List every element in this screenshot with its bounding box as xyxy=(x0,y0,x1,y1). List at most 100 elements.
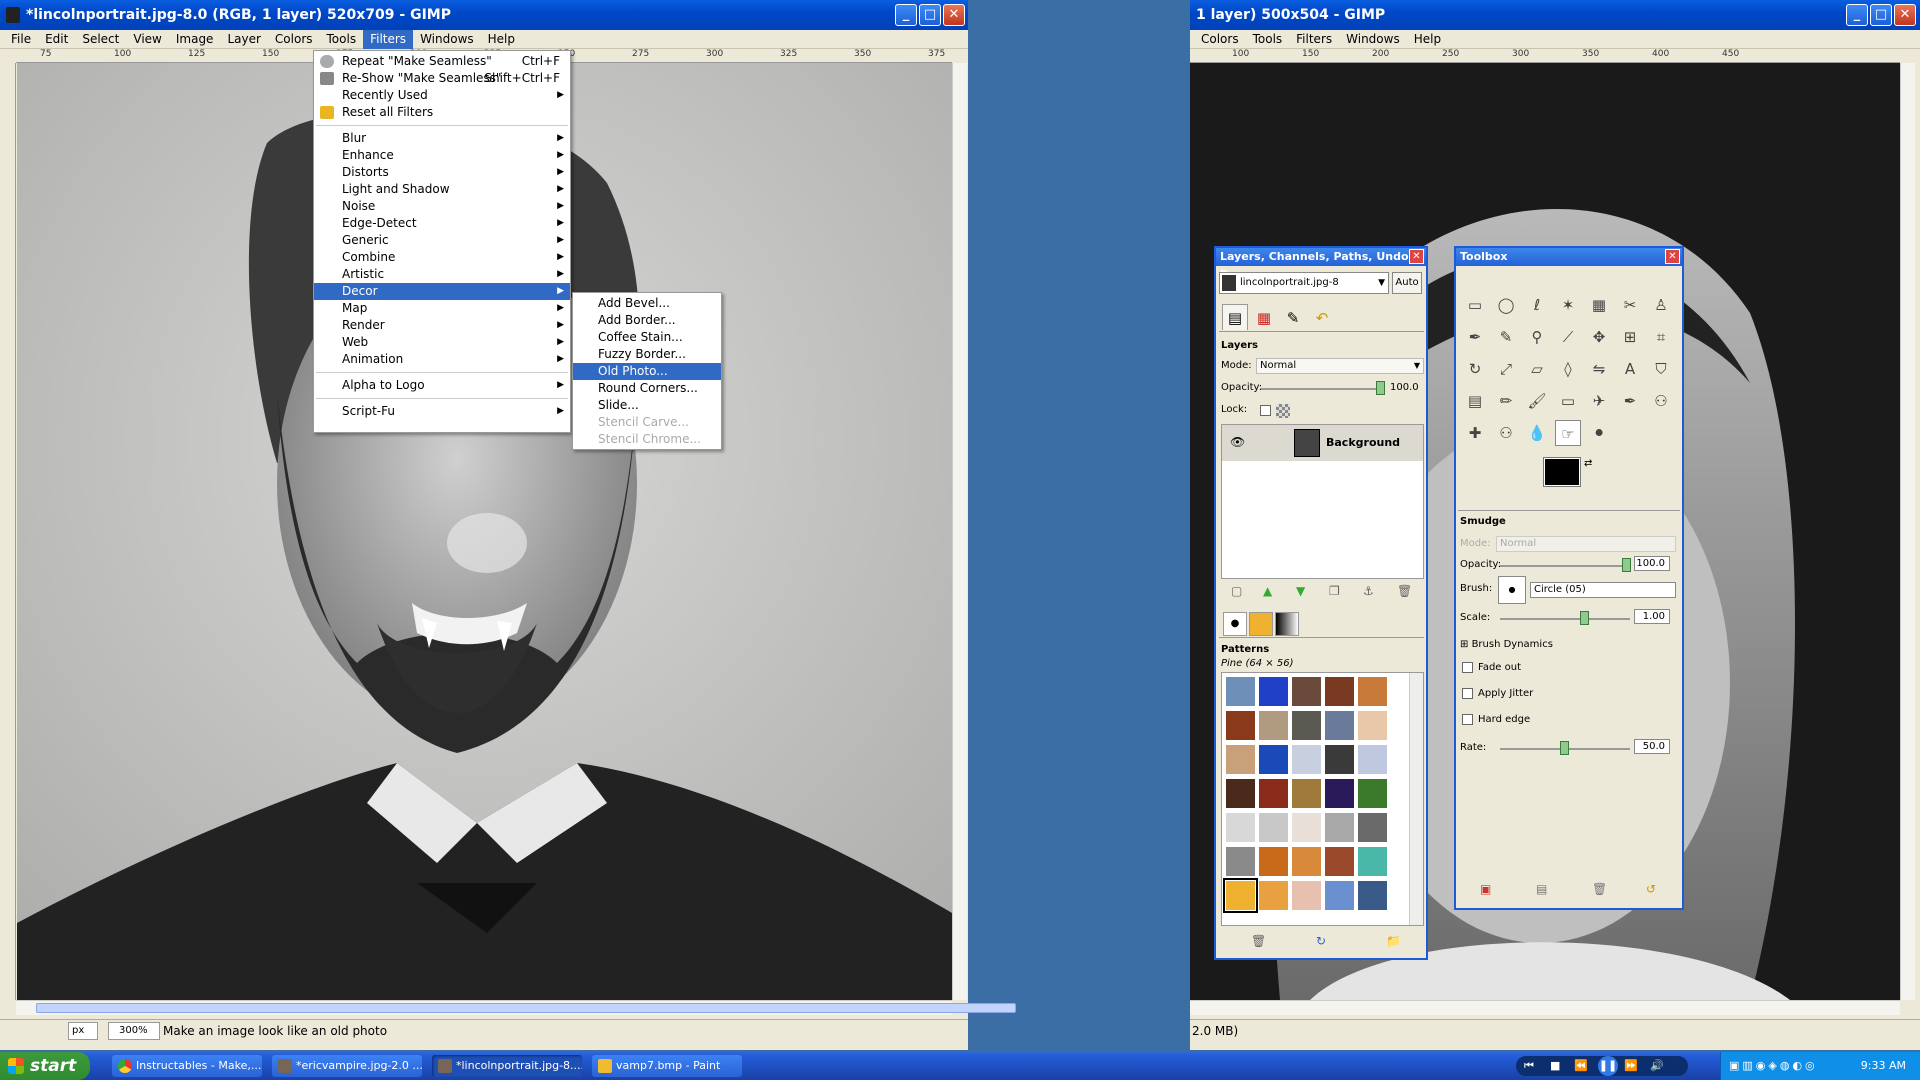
menu-item-web[interactable]: Web ▶ xyxy=(314,334,570,351)
pattern-swatch[interactable] xyxy=(1258,778,1289,809)
lower-layer-icon[interactable]: ▼ xyxy=(1296,584,1305,598)
pattern-swatch[interactable] xyxy=(1357,880,1388,911)
perspective-icon[interactable]: ◊ xyxy=(1555,356,1581,382)
brush-name-field[interactable]: Circle (05) xyxy=(1530,582,1676,598)
scale-slider[interactable] xyxy=(1500,618,1630,620)
color-select-icon[interactable]: ▦ xyxy=(1586,292,1612,318)
brush-dynamics-expander[interactable]: ⊞ Brush Dynamics xyxy=(1460,639,1553,650)
menu-help[interactable]: Help xyxy=(481,30,522,49)
taskbar-item-ericvampire[interactable]: *ericvampire.jpg-2.0 ... xyxy=(272,1055,422,1077)
lock-pixels-checkbox[interactable] xyxy=(1260,405,1271,416)
blend-icon[interactable]: ▤ xyxy=(1462,388,1488,414)
blur-icon[interactable]: 💧 xyxy=(1524,420,1550,446)
scroll-thumb[interactable] xyxy=(36,1003,1016,1013)
pattern-swatch[interactable] xyxy=(1357,846,1388,877)
vertical-scrollbar[interactable] xyxy=(952,63,967,1000)
delete-pattern-icon[interactable]: 🗑 xyxy=(1251,934,1266,948)
pattern-swatch[interactable] xyxy=(1258,812,1289,843)
ellipse-select-icon[interactable]: ◯ xyxy=(1493,292,1519,318)
text-icon[interactable]: A xyxy=(1617,356,1643,382)
hard-edge-checkbox[interactable] xyxy=(1462,714,1473,725)
menu-item-noise[interactable]: Noise ▶ xyxy=(314,198,570,215)
pattern-swatch[interactable] xyxy=(1357,812,1388,843)
measure-icon[interactable]: ⟋ xyxy=(1555,324,1581,350)
menu-help[interactable]: Help xyxy=(1407,30,1448,49)
flip-icon[interactable]: ⇋ xyxy=(1586,356,1612,382)
opacity-slider[interactable] xyxy=(1261,388,1381,390)
vertical-ruler[interactable] xyxy=(2,63,16,1000)
close-icon[interactable]: ✕ xyxy=(1409,249,1424,264)
swap-colors-icon[interactable]: ⇄ xyxy=(1584,458,1592,469)
pattern-swatch[interactable] xyxy=(1258,880,1289,911)
pencil-icon[interactable]: ✏ xyxy=(1493,388,1519,414)
menu-item-script-fu[interactable]: Script-Fu ▶ xyxy=(314,403,570,420)
ink-icon[interactable]: ✒ xyxy=(1617,388,1643,414)
menu-item-decor[interactable]: Decor ▶ xyxy=(314,283,570,300)
menu-image[interactable]: Image xyxy=(169,30,221,49)
pattern-swatch[interactable] xyxy=(1324,880,1355,911)
pattern-swatch[interactable] xyxy=(1225,778,1256,809)
heal-icon[interactable]: ✚ xyxy=(1462,420,1488,446)
rate-value[interactable]: 50.0 xyxy=(1634,739,1670,754)
paths-tab-icon[interactable]: ✎ xyxy=(1280,306,1306,330)
scale-icon[interactable]: ⤢ xyxy=(1493,356,1519,382)
align-icon[interactable]: ⊞ xyxy=(1617,324,1643,350)
layers-tab-icon[interactable]: ▤ xyxy=(1222,304,1248,330)
pattern-swatch[interactable] xyxy=(1291,710,1322,741)
visibility-eye-icon[interactable]: 👁 xyxy=(1230,435,1245,449)
media-play-icon[interactable]: ❚❚ xyxy=(1598,1056,1618,1076)
menu-item-recently-used[interactable]: Recently Used ▶ xyxy=(314,87,570,104)
menu-item-edge-detect[interactable]: Edge-Detect ▶ xyxy=(314,215,570,232)
taskbar-item-lincolnportrait[interactable]: *lincolnportrait.jpg-8.... xyxy=(432,1055,582,1077)
pattern-swatch[interactable] xyxy=(1357,676,1388,707)
taskbar-item-instructables[interactable]: Instructables - Make,... xyxy=(112,1055,262,1077)
menu-windows[interactable]: Windows xyxy=(413,30,481,49)
pattern-swatch[interactable] xyxy=(1225,846,1256,877)
right-window-titlebar[interactable]: 1 layer) 500x504 - GIMP _ □ ✕ xyxy=(1190,0,1920,30)
horizontal-scrollbar[interactable] xyxy=(16,1000,1016,1015)
media-rewind-icon[interactable]: ⏮ xyxy=(1524,1056,1534,1076)
duplicate-layer-icon[interactable]: ❐ xyxy=(1329,584,1340,598)
pattern-swatch[interactable] xyxy=(1357,778,1388,809)
foreground-color-swatch[interactable] xyxy=(1544,458,1580,486)
pattern-swatch[interactable] xyxy=(1225,710,1256,741)
layer-row-background[interactable]: 👁 Background xyxy=(1222,425,1423,461)
open-folder-icon[interactable]: 📁 xyxy=(1386,934,1401,948)
scale-value[interactable]: 1.00 xyxy=(1634,609,1670,624)
menu-item-coffee-stain[interactable]: Coffee Stain... xyxy=(573,329,721,346)
rotate-icon[interactable]: ↻ xyxy=(1462,356,1488,382)
menu-item-fuzzy-border[interactable]: Fuzzy Border... xyxy=(573,346,721,363)
pattern-swatch[interactable] xyxy=(1324,778,1355,809)
menu-item-blur[interactable]: Blur ▶ xyxy=(314,130,570,147)
pattern-swatch[interactable] xyxy=(1223,878,1258,913)
toolbox-titlebar[interactable]: Toolbox ✕ xyxy=(1456,248,1682,266)
tool-opacity-slider[interactable] xyxy=(1500,565,1630,567)
menu-windows[interactable]: Windows xyxy=(1339,30,1407,49)
scale-handle[interactable] xyxy=(1580,611,1589,625)
pattern-swatch[interactable] xyxy=(1258,846,1289,877)
clone-icon[interactable]: ⚇ xyxy=(1648,388,1674,414)
mode-select[interactable]: Normal ▼ xyxy=(1256,358,1424,374)
lasso-icon[interactable]: ℓ xyxy=(1524,292,1550,318)
start-button[interactable]: start xyxy=(0,1052,90,1080)
pattern-swatch[interactable] xyxy=(1324,744,1355,775)
smudge-icon[interactable]: ☞ xyxy=(1555,420,1581,446)
media-prev-icon[interactable]: ⏪ xyxy=(1574,1056,1588,1076)
menu-item-distorts[interactable]: Distorts ▶ xyxy=(314,164,570,181)
scissors-icon[interactable]: ✂ xyxy=(1617,292,1643,318)
vertical-scrollbar[interactable] xyxy=(1900,63,1915,1000)
color-picker-icon[interactable]: ✎ xyxy=(1493,324,1519,350)
unit-select[interactable]: px xyxy=(68,1022,98,1040)
foreground-select-icon[interactable]: ♙ xyxy=(1648,292,1674,318)
pattern-swatch[interactable] xyxy=(1291,880,1322,911)
media-stop-icon[interactable]: ■ xyxy=(1550,1056,1560,1076)
minimize-button[interactable]: _ xyxy=(1846,4,1868,26)
pattern-swatch[interactable] xyxy=(1258,710,1289,741)
menu-select[interactable]: Select xyxy=(75,30,126,49)
layers-dock-titlebar[interactable]: Layers, Channels, Paths, Undo - B...✕ xyxy=(1216,248,1426,281)
menu-item-generic[interactable]: Generic ▶ xyxy=(314,232,570,249)
paintbrush-icon[interactable]: 🖌 xyxy=(1524,388,1550,414)
dodge-burn-icon[interactable]: ⚫ xyxy=(1586,420,1612,446)
undo-tab-icon[interactable]: ↶ xyxy=(1309,306,1335,330)
menu-item-repeat[interactable]: Repeat "Make Seamless" Ctrl+F xyxy=(314,53,570,70)
